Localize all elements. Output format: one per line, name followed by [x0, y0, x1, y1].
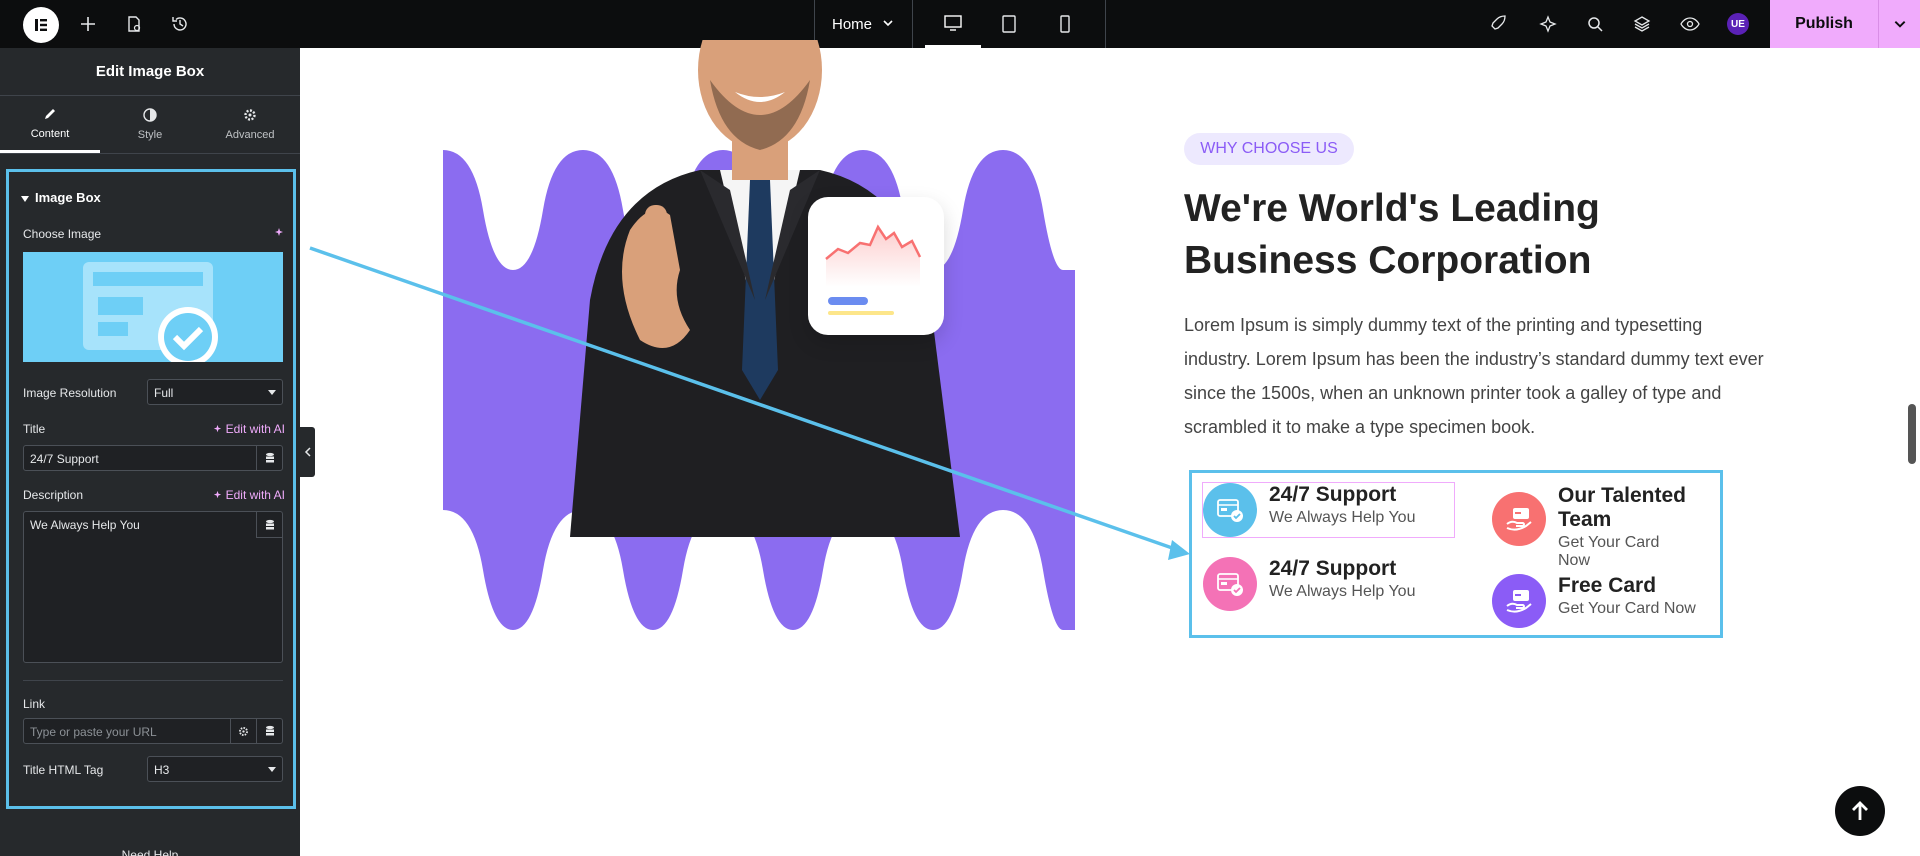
dynamic-tags-icon[interactable]: [256, 719, 282, 743]
image-resolution-value: Full: [154, 386, 174, 400]
image-resolution-select[interactable]: Full: [147, 379, 283, 405]
elementor-logo-icon[interactable]: [23, 7, 59, 43]
link-placeholder: Type or paste your URL: [30, 725, 157, 739]
choose-image-label: Choose Image: [23, 227, 102, 241]
need-help-label: Need Help: [121, 848, 179, 856]
scroll-to-top-button[interactable]: [1835, 786, 1885, 836]
title-label: Title: [23, 422, 46, 436]
section-title: Image Box: [35, 190, 101, 205]
link-options-gear-icon[interactable]: [230, 719, 256, 743]
section-paragraph: Lorem Ipsum is simply dummy text of the …: [1184, 315, 1764, 437]
preview-eye-icon[interactable]: [1678, 12, 1702, 36]
image-box-section: Image Box Choose Image Image Resolution …: [6, 169, 296, 809]
image-box-description: Get Your Card Now: [1558, 534, 1660, 569]
title-html-tag-value: H3: [154, 763, 170, 777]
editor-panel: Edit Image Box Content Style Advanced Im…: [0, 48, 300, 856]
divider: [23, 680, 283, 681]
history-icon[interactable]: [168, 12, 192, 36]
chevron-down-icon: [882, 16, 894, 33]
caret-down-icon: [268, 390, 276, 395]
edit-with-ai-label: Edit with AI: [225, 488, 285, 502]
page-settings-icon[interactable]: [122, 12, 146, 36]
edit-with-ai-link[interactable]: Edit with AI: [212, 488, 285, 502]
contrast-icon: [143, 108, 157, 125]
tab-advanced[interactable]: Advanced: [200, 96, 300, 153]
mobile-view-icon[interactable]: [1037, 0, 1093, 48]
layers-icon[interactable]: [1630, 12, 1654, 36]
tab-label: Content: [30, 127, 70, 140]
section-headline: We're World's Leading Business Corporati…: [1184, 183, 1744, 287]
panel-tabs: Content Style Advanced: [0, 96, 300, 154]
card-hand-icon: [1492, 574, 1546, 628]
tablet-view-icon[interactable]: [981, 0, 1037, 48]
section-toggle[interactable]: Image Box: [21, 190, 101, 205]
user-avatar[interactable]: UE: [1727, 13, 1749, 35]
headline-line-2: Business Corporation: [1184, 239, 1592, 282]
caret-down-icon: [268, 767, 276, 772]
title-html-tag-select[interactable]: H3: [147, 756, 283, 782]
image-box-free-card[interactable]: Free Card Get Your Card Now: [1492, 574, 1696, 628]
selected-widget-outline: [1202, 482, 1455, 538]
page-selector-label: Home: [832, 15, 873, 33]
description-textarea[interactable]: We Always Help You: [23, 511, 283, 663]
headline-line-1: We're World's Leading: [1184, 187, 1600, 230]
image-box-title: Our Talented Team: [1558, 484, 1686, 531]
chart-card-graphic: [808, 197, 944, 335]
publish-button[interactable]: Publish: [1770, 0, 1878, 48]
image-box-talented-team[interactable]: Our Talented Team Get Your Card Now: [1492, 484, 1692, 570]
why-choose-us-badge: WHY CHOOSE US: [1184, 133, 1354, 165]
link-input[interactable]: Type or paste your URL: [23, 718, 283, 744]
pencil-icon: [43, 107, 57, 124]
page-scrollbar[interactable]: [1908, 404, 1916, 464]
tab-label: Advanced: [225, 129, 275, 141]
tab-style[interactable]: Style: [100, 96, 200, 153]
publish-options-chevron-icon[interactable]: [1878, 0, 1920, 48]
tab-label: Style: [137, 129, 163, 141]
ai-sparkle-icon[interactable]: [273, 227, 285, 239]
description-label: Description: [23, 488, 84, 502]
support-icon: [1203, 557, 1257, 611]
arrow-up-icon: [1852, 801, 1868, 820]
image-box-title: 24/7 Support: [1269, 557, 1397, 580]
add-icon[interactable]: [76, 12, 100, 36]
link-label: Link: [23, 697, 46, 711]
panel-title: Edit Image Box: [0, 48, 300, 96]
divider: [1105, 0, 1106, 48]
description-value: We Always Help You: [30, 518, 140, 532]
rocket-icon[interactable]: [1488, 12, 1512, 36]
gear-icon: [243, 108, 257, 125]
card-hand-icon: [1492, 492, 1546, 546]
dynamic-tags-icon[interactable]: [256, 446, 282, 470]
tab-content[interactable]: Content: [0, 96, 100, 153]
title-input-value: 24/7 Support: [30, 452, 99, 466]
image-box-support-2[interactable]: 24/7 Support We Always Help You: [1203, 557, 1415, 611]
image-resolution-label: Image Resolution: [23, 386, 117, 400]
collapse-panel-icon[interactable]: [300, 427, 315, 477]
title-html-tag-label: Title HTML Tag: [23, 763, 104, 777]
need-help-link[interactable]: Need Help: [0, 848, 300, 856]
edit-with-ai-label: Edit with AI: [225, 422, 285, 436]
image-box-title: Free Card: [1558, 574, 1657, 597]
search-icon[interactable]: [1583, 12, 1607, 36]
line-chart-icon: [825, 224, 922, 315]
image-box-description: We Always Help You: [1269, 583, 1416, 600]
caret-down-icon: [21, 190, 29, 205]
title-input[interactable]: 24/7 Support: [23, 445, 283, 471]
image-box-description: Get Your Card Now: [1558, 600, 1696, 617]
dynamic-tags-icon[interactable]: [256, 512, 282, 538]
ai-assistant-icon[interactable]: [1536, 12, 1560, 36]
edit-with-ai-link[interactable]: Edit with AI: [212, 422, 285, 436]
image-preview[interactable]: [23, 252, 283, 362]
